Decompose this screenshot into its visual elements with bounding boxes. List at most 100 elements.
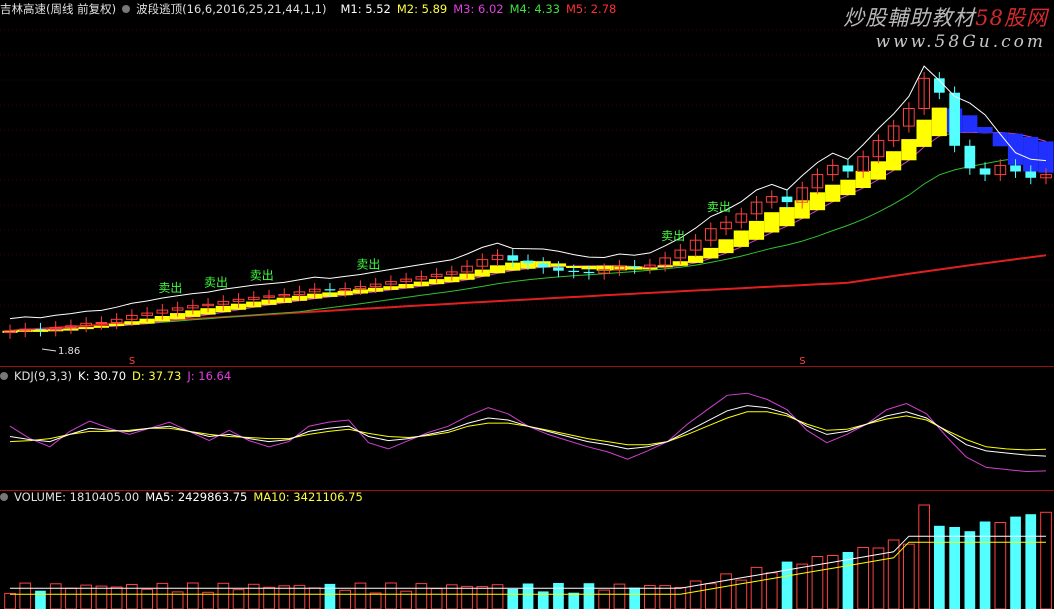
volume-bar [339, 589, 351, 609]
candle-body [1025, 171, 1037, 178]
band-segment [779, 207, 795, 227]
volume-bar [568, 592, 580, 609]
sell-signal-label: 卖出 [250, 268, 274, 282]
band-segment [977, 127, 993, 133]
candle-body [324, 289, 336, 291]
volume-bar [1010, 516, 1021, 609]
band-segment [748, 220, 765, 240]
volume-bar [19, 582, 32, 609]
volume-bar [232, 589, 245, 609]
volume-bar [65, 587, 77, 609]
volume-bar [278, 585, 291, 609]
volume-bar [217, 582, 230, 609]
band-segment [931, 107, 947, 137]
band-segment [688, 255, 704, 263]
volume-bar [903, 543, 915, 609]
sell-signal-label: 卖出 [158, 281, 182, 295]
volume-bar [507, 588, 519, 609]
cycle-marker-label: S [129, 356, 135, 367]
volume-bar [918, 504, 930, 609]
band-segment [764, 212, 780, 233]
candle-body [583, 271, 595, 274]
volume-bar [705, 583, 717, 609]
volume-bar [887, 539, 900, 609]
sell-signal-label: 卖出 [204, 275, 228, 289]
volume-bar [720, 573, 732, 609]
candle-body [553, 267, 564, 271]
volume-bar [49, 583, 62, 609]
volume-ma5-line [10, 535, 1046, 589]
candle-body [522, 260, 534, 264]
band-segment [840, 179, 856, 196]
volume-bar [415, 583, 428, 609]
candle-body [949, 92, 960, 146]
band-segment [962, 115, 978, 133]
volume-bar [553, 583, 564, 609]
volume-bar [674, 587, 687, 609]
volume-bar [644, 585, 656, 609]
volume-bar [110, 586, 123, 609]
candle-body [979, 168, 991, 175]
sell-signal-label: 卖出 [661, 229, 685, 243]
volume-bar [385, 582, 397, 609]
band-segment [703, 247, 719, 259]
candle-body [629, 266, 640, 268]
candle-body [1010, 165, 1021, 172]
volume-bar [583, 583, 595, 609]
band-segment [825, 184, 841, 202]
volume-bar [4, 592, 16, 609]
sell-signal-label: 卖出 [707, 200, 731, 214]
volume-bar [476, 586, 489, 609]
volume-bar [979, 521, 991, 609]
candle-body [842, 165, 854, 172]
candle-body [964, 145, 976, 169]
volume-bar [461, 585, 473, 609]
band-segment [1038, 141, 1054, 173]
volume-bar [369, 592, 382, 609]
band-segment [916, 119, 932, 147]
volume-bar [659, 585, 671, 609]
kdj-k-line [9, 405, 1047, 457]
price-low-pointer [41, 348, 57, 352]
band-segment [733, 230, 749, 247]
band-segment [901, 139, 917, 161]
band-segment [886, 151, 902, 171]
candle-body [95, 322, 108, 324]
volume-bar [187, 582, 199, 609]
volume-bar [35, 590, 46, 609]
volume-bar [598, 589, 610, 609]
volume-bar [308, 587, 321, 609]
price-low-label: 1.86 [58, 346, 80, 357]
stock-chart[interactable]: 卖出 卖出卖出卖出卖出卖出 S S1.86 [0, 0, 1054, 609]
volume-bar [949, 527, 960, 609]
volume-bar [293, 584, 306, 609]
volume-bar [1025, 514, 1037, 609]
volume-bar [934, 525, 945, 609]
volume-bar [1040, 511, 1052, 609]
candle-body [537, 263, 549, 268]
band-segment [718, 239, 734, 254]
volume-bar [324, 583, 336, 609]
candle-body [568, 270, 580, 272]
volume-bar [263, 586, 275, 609]
volume-bar [202, 591, 214, 609]
volume-bar [826, 555, 839, 609]
volume-bar [964, 531, 976, 609]
band-segment [809, 192, 826, 211]
volume-bar [354, 582, 367, 609]
volume-bar [781, 561, 793, 609]
volume-bar [95, 585, 108, 609]
volume-bar [156, 582, 169, 609]
candle-body [507, 255, 519, 261]
band-segment [489, 265, 506, 274]
volume-bar [430, 588, 443, 609]
cycle-marker-label: S [799, 356, 805, 367]
sell-signal-label: 卖出 [356, 258, 380, 272]
band-segment [870, 161, 886, 180]
kdj-d-line [9, 411, 1047, 451]
ma-green-line [9, 154, 1047, 332]
kdj-j-line [9, 392, 1047, 473]
volume-bar [522, 583, 534, 609]
volume-bar [994, 522, 1007, 609]
volume-bar [750, 566, 763, 609]
